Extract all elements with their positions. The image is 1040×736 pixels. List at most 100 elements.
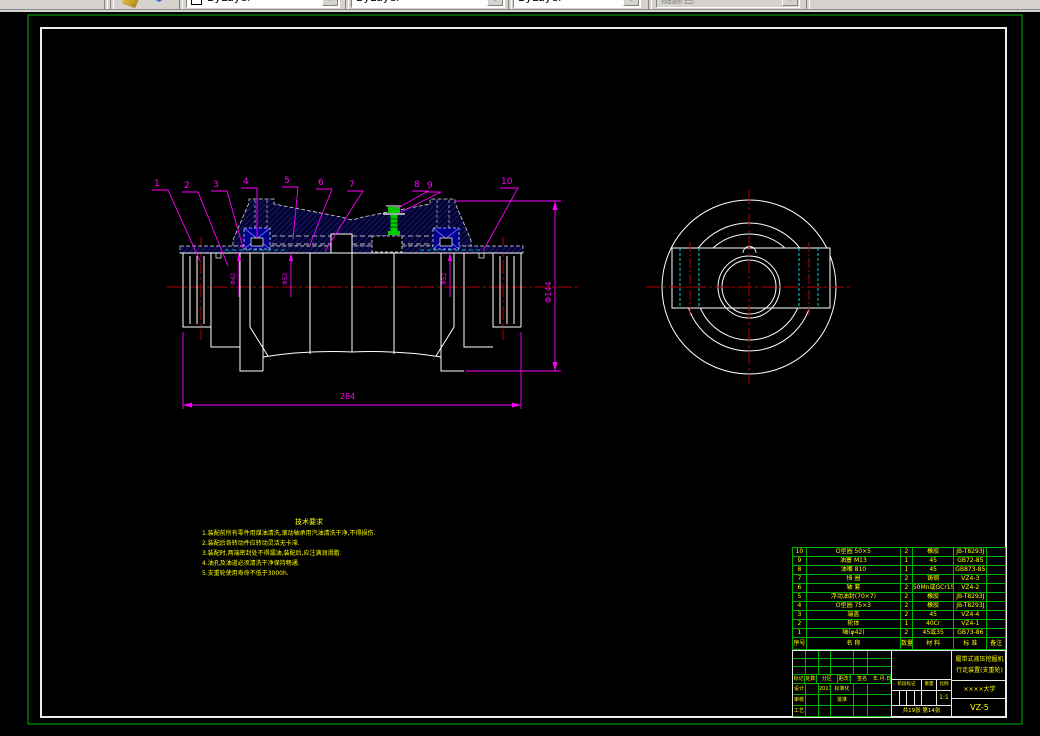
layer-manager-icon[interactable] (121, 0, 141, 8)
organization-name: ××××大学 (952, 681, 1007, 699)
bom-no: 1 (793, 629, 807, 638)
bracket-band (671, 247, 831, 309)
bom-name: 轴 套 (806, 584, 901, 593)
note-line: 1.装配前所有零件用煤油清洗,滚动轴承用汽油清洗干净,不得损伤. (202, 530, 376, 537)
properties-toolbar: ByLayer ▼ ByLayer ▼ ByLayer ▼ 随颜色 ▼ (0, 0, 1040, 9)
signature-row: 设计 2011.04标准化 (793, 684, 891, 695)
color-control-combobox[interactable]: ByLayer ▼ (186, 0, 340, 8)
weight-label: 重量 (922, 680, 937, 690)
material-box (892, 651, 951, 680)
table-row: 10 O型圈 50×5 2 橡胶 JB-T8293J (793, 548, 1005, 557)
chevron-down-icon[interactable]: ▼ (623, 0, 639, 6)
bom-qty: 1 (900, 557, 913, 566)
toolbar-separator (179, 0, 183, 9)
layer-states-icon[interactable] (149, 0, 169, 2)
revision-row (793, 651, 891, 659)
cad-application-window: ByLayer ▼ ByLayer ▼ ByLayer ▼ 随颜色 ▼ (0, 0, 1040, 736)
note-line: 4.油孔及油道必须清洗干净保持畅通. (202, 560, 300, 567)
bom-qty: 2 (900, 548, 913, 557)
bom-name: O型圈 75×3 (806, 602, 901, 611)
bom-remark (987, 566, 1005, 575)
bom-material: 45或35 (912, 629, 955, 638)
bom-remark (987, 620, 1005, 629)
bom-qty: 2 (900, 575, 913, 584)
title-block-middle: 阶段标记 重量 比例 1:1 共19张 第14张 (891, 651, 951, 718)
linetype-control-combobox[interactable]: ByLayer ▼ (351, 0, 505, 8)
bom-remark (987, 548, 1005, 557)
toolbar-separator (345, 0, 349, 9)
bom-code: JB-T8293J (954, 548, 988, 557)
balloon-label: 9 (427, 181, 433, 191)
bom-name: 油塞 M13 (806, 557, 901, 566)
bom-code: JB-T8293J (954, 593, 988, 602)
plotstyle-control-value: 随颜色 (661, 0, 694, 7)
chevron-down-icon[interactable]: ▼ (322, 0, 338, 6)
bom-no: 10 (793, 548, 807, 557)
bom-no: 9 (793, 557, 807, 566)
bom-material: 50Mn或GCr15 (912, 584, 955, 593)
toolbar-separator (508, 0, 512, 9)
bom-code: GB873-85 (954, 566, 988, 575)
dim-overall-length: 284 (340, 392, 356, 401)
bom-table: 10 O型圈 50×5 2 橡胶 JB-T8293J 9 油塞 M13 1 45… (792, 547, 1006, 650)
technical-notes: 1.装配前所有零件用煤油清洗,滚动轴承用汽油清洗干净,不得损伤. 2.装配后各转动… (202, 529, 375, 579)
notes-title: 技术要求 (295, 518, 323, 526)
front-view (167, 198, 578, 372)
balloon-label: 4 (243, 177, 249, 187)
bom-name: 油嘴 810 (806, 566, 901, 575)
bom-qty: 2 (900, 584, 913, 593)
bom-remark (987, 557, 1005, 566)
bom-code: JB-T8293J (954, 602, 988, 611)
table-row: 3 端盖 2 45 VZ4-4 (793, 611, 1005, 620)
lineweight-control-value: ByLayer (518, 0, 563, 4)
bom-material: 45 (912, 566, 955, 575)
bom-name: 浮动油封(70×7) (806, 593, 901, 602)
bom-no: 7 (793, 575, 807, 584)
bom-material: 45 (912, 611, 955, 620)
toolbar-separator (648, 0, 652, 9)
bom-rows: 10 O型圈 50×5 2 橡胶 JB-T8293J 9 油塞 M13 1 45… (793, 548, 1005, 638)
bom-qty: 2 (900, 629, 913, 638)
bom-remark (987, 602, 1005, 611)
bom-remark (987, 593, 1005, 602)
revision-header-cell: 签名 (857, 676, 868, 682)
scale-value: 1:1 (939, 694, 949, 701)
drawing-title: 履带式液压挖掘机 行走装置(支重轮) (952, 651, 1007, 681)
bom-header-row: 序号 名 称 数量 材 料 标 准 备注 (793, 638, 1005, 650)
bom-no: 2 (793, 620, 807, 629)
bearing-right (432, 227, 460, 250)
bom-material: 橡胶 (912, 593, 955, 602)
toolbar-separator (806, 0, 810, 9)
table-row: 2 轮体 1 40Cr VZ4-1 (793, 620, 1005, 629)
bom-header: 标 准 (954, 638, 988, 650)
stage-label: 阶段标记 (892, 680, 922, 690)
bom-code: GB73-86 (954, 629, 988, 638)
dim-shaft-3: Φ52 (441, 272, 448, 285)
bom-material: 橡胶 (912, 602, 955, 611)
chevron-down-icon[interactable]: ▼ (487, 0, 503, 6)
table-row: 9 油塞 M13 1 45 GB72-85 (793, 557, 1005, 566)
balloon-label: 5 (284, 176, 290, 186)
balloon-label: 10 (501, 177, 513, 187)
bom-name: O型圈 50×5 (806, 548, 901, 557)
bom-qty: 1 (900, 620, 913, 629)
side-view (646, 190, 852, 384)
spacer-block (371, 235, 403, 253)
chevron-down-icon: ▼ (782, 0, 798, 6)
color-control-value: ByLayer (207, 0, 252, 4)
stage-weight-scale-values: 1:1 (892, 691, 951, 706)
sheet-info: 共19张 第14张 (902, 708, 941, 714)
bom-code: VZ4-2 (954, 584, 988, 593)
plotstyle-control-combobox: 随颜色 ▼ (656, 0, 800, 8)
bom-remark (987, 575, 1005, 584)
lineweight-control-combobox[interactable]: ByLayer ▼ (513, 0, 641, 8)
color-swatch (191, 0, 202, 5)
table-row: 1 轴(φ42) 2 45或35 GB73-86 (793, 629, 1005, 638)
note-line: 3.装配时,两端密封处不得漏油,装配后,应注满润滑脂. (202, 550, 342, 557)
bom-no: 4 (793, 602, 807, 611)
bom-no: 6 (793, 584, 807, 593)
title-block-right: 履带式液压挖掘机 行走装置(支重轮) ××××大学 VZ-5 (951, 651, 1007, 718)
bom-code: VZ4-1 (954, 620, 988, 629)
bom-code: VZ4-3 (954, 575, 988, 584)
balloon-label: 8 (414, 180, 420, 190)
